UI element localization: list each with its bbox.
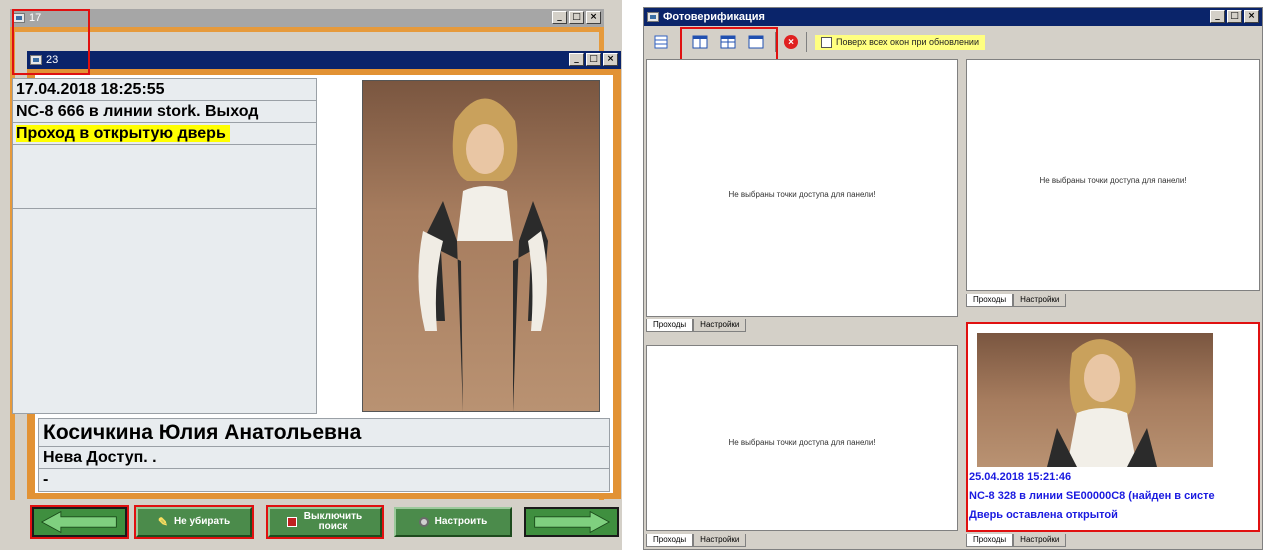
annotation-box bbox=[966, 322, 1260, 532]
event-status-row: Проход в открытую дверь bbox=[13, 123, 316, 145]
panel-tabs: Проходы Настройки bbox=[646, 319, 747, 332]
person-photo-image bbox=[418, 98, 548, 411]
window-title: Фотоверификация bbox=[663, 11, 765, 23]
panel-tabs: Проходы Настройки bbox=[646, 534, 747, 547]
configure-button[interactable]: Настроить bbox=[394, 507, 512, 537]
event-line: NC-8 666 в линии stork. Выход bbox=[13, 101, 316, 123]
panel-tabs: Проходы Настройки bbox=[966, 294, 1067, 307]
minimize-button[interactable]: _ bbox=[552, 11, 567, 24]
person-name: Косичкина Юлия Анатольевна bbox=[39, 419, 609, 447]
back-window-titlebar[interactable]: 17 _ □ × bbox=[10, 9, 604, 27]
person-info-block: Косичкина Юлия Анатольевна Нева Доступ. … bbox=[38, 418, 610, 492]
person-organization: Нева Доступ. . bbox=[39, 447, 609, 469]
maximize-button[interactable]: □ bbox=[1227, 10, 1242, 23]
tab-settings[interactable]: Настройки bbox=[1013, 534, 1067, 547]
app-icon bbox=[647, 12, 659, 22]
annotation-box bbox=[266, 505, 384, 539]
tab-settings[interactable]: Настройки bbox=[1013, 294, 1067, 307]
info-blank-row bbox=[13, 145, 316, 209]
panel-message: Не выбраны точки доступа для панели! bbox=[1039, 176, 1187, 185]
annotation-box bbox=[12, 9, 90, 75]
close-button[interactable]: × bbox=[586, 11, 601, 24]
panel-top-left: Не выбраны точки доступа для панели! bbox=[646, 59, 958, 317]
panel-tabs: Проходы Настройки bbox=[966, 534, 1067, 547]
next-button[interactable] bbox=[524, 507, 619, 537]
event-status: Проход в открытую дверь bbox=[16, 125, 230, 142]
arrow-right-icon bbox=[534, 510, 611, 534]
close-button[interactable]: × bbox=[1244, 10, 1259, 23]
minimize-button[interactable]: _ bbox=[569, 53, 584, 66]
photo-verification-titlebar[interactable]: Фотоверификация _ □ × bbox=[644, 8, 1262, 26]
panel-top-right: Не выбраны точки доступа для панели! bbox=[966, 59, 1260, 291]
settings-icon bbox=[418, 517, 429, 527]
configure-button-label: Настроить bbox=[434, 516, 488, 527]
tab-passes[interactable]: Проходы bbox=[646, 319, 694, 332]
tab-settings[interactable]: Настройки bbox=[693, 319, 747, 332]
front-window-titlebar[interactable]: 23 _ □ × bbox=[27, 51, 621, 69]
panel-message: Не выбраны точки доступа для панели! bbox=[728, 438, 876, 447]
tab-settings[interactable]: Настройки bbox=[693, 534, 747, 547]
tab-passes[interactable]: Проходы bbox=[646, 534, 694, 547]
maximize-button[interactable]: □ bbox=[586, 53, 601, 66]
annotation-box bbox=[134, 505, 254, 539]
minimize-button[interactable]: _ bbox=[1210, 10, 1225, 23]
left-screenshot: 17 _ □ × 23 _ □ × 17.04.2018 18:25:55 NC… bbox=[0, 0, 622, 550]
close-button[interactable]: × bbox=[603, 53, 618, 66]
layout-single-icon[interactable] bbox=[650, 31, 672, 53]
tab-passes[interactable]: Проходы bbox=[966, 534, 1014, 547]
person-extra: - bbox=[43, 471, 49, 488]
toolbar-separator bbox=[806, 32, 807, 52]
tab-passes[interactable]: Проходы bbox=[966, 294, 1014, 307]
event-info-panel: 17.04.2018 18:25:55 NC-8 666 в линии sto… bbox=[12, 78, 317, 414]
always-on-top-label: Поверх всех окон при обновлении bbox=[836, 37, 979, 47]
always-on-top-toggle[interactable]: Поверх всех окон при обновлении bbox=[815, 34, 985, 50]
always-on-top-checkbox[interactable] bbox=[821, 36, 832, 48]
panel-message: Не выбраны точки доступа для панели! bbox=[728, 190, 876, 199]
annotation-box bbox=[30, 505, 129, 539]
photo-verification-window: Фотоверификация _ □ × × Поверх всех окон… bbox=[643, 7, 1263, 550]
panel-bottom-left: Не выбраны точки доступа для панели! bbox=[646, 345, 958, 531]
person-photo bbox=[362, 80, 600, 412]
event-datetime: 17.04.2018 18:25:55 bbox=[13, 79, 316, 101]
maximize-button[interactable]: □ bbox=[569, 11, 584, 24]
close-icon[interactable]: × bbox=[784, 35, 798, 49]
